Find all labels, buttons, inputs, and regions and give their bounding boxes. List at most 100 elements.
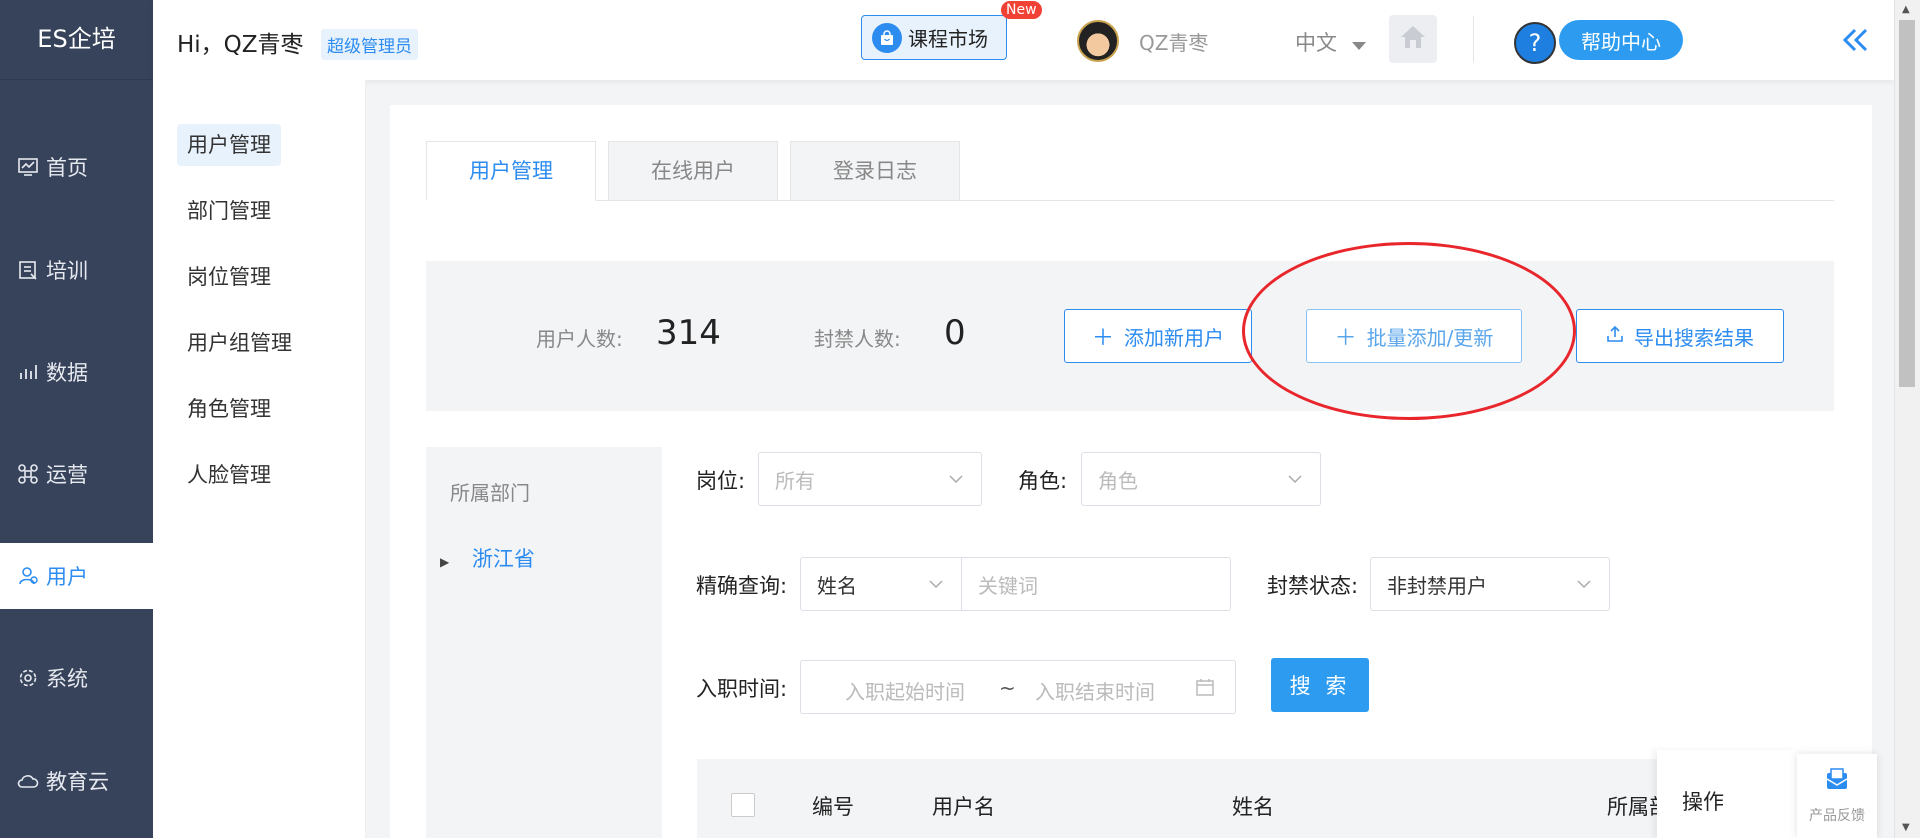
stats-panel: 用户人数: 314 封禁人数: 0 ＋ 添加新用户 ＋ 批量添加/更新 导出搜索… bbox=[426, 261, 1834, 411]
tab-online-users[interactable]: 在线用户 bbox=[608, 141, 778, 201]
subnav-item-departments[interactable]: 部门管理 bbox=[177, 190, 281, 232]
banned-count-label: 封禁人数: bbox=[814, 327, 901, 351]
export-results-button[interactable]: 导出搜索结果 bbox=[1576, 309, 1784, 363]
language-select[interactable]: 中文 bbox=[1295, 27, 1366, 57]
range-separator: ~ bbox=[999, 676, 1016, 700]
position-select-value: 所有 bbox=[775, 468, 815, 493]
position-filter-label: 岗位: bbox=[696, 469, 746, 493]
nav-label: 运营 bbox=[46, 463, 88, 487]
nav-item-training[interactable]: 培训 bbox=[0, 237, 153, 303]
shopping-bag-icon bbox=[872, 22, 902, 53]
nav-item-edu-cloud[interactable]: 教育云 bbox=[0, 748, 153, 814]
scrollbar[interactable]: ▲ ▼ bbox=[1894, 0, 1920, 838]
subnav-item-user-management[interactable]: 用户管理 bbox=[177, 124, 281, 166]
nav-label: 系统 bbox=[46, 667, 88, 691]
new-badge: New bbox=[1001, 1, 1042, 19]
department-title: 所属部门 bbox=[450, 481, 530, 505]
chevron-down-icon bbox=[1286, 469, 1304, 493]
course-market-label: 课程市场 bbox=[908, 27, 988, 51]
subnav-item-user-groups[interactable]: 用户组管理 bbox=[177, 322, 302, 364]
position-select[interactable]: 所有 bbox=[758, 452, 982, 506]
chevron-down-icon bbox=[1575, 574, 1593, 598]
operation-column: 操作 bbox=[1657, 750, 1797, 838]
add-user-label: 添加新用户 bbox=[1124, 325, 1224, 350]
help-center-button[interactable]: 帮助中心 bbox=[1559, 20, 1683, 60]
language-label: 中文 bbox=[1295, 31, 1337, 55]
subnav-item-face[interactable]: 人脸管理 bbox=[177, 454, 281, 496]
query-field-value: 姓名 bbox=[817, 573, 857, 598]
role-select-placeholder: 角色 bbox=[1098, 468, 1138, 493]
role-select[interactable]: 角色 bbox=[1081, 452, 1321, 506]
add-user-button[interactable]: ＋ 添加新用户 bbox=[1064, 309, 1252, 363]
department-tree: 所属部门 ▶ 浙江省 bbox=[426, 447, 662, 838]
avatar[interactable] bbox=[1077, 20, 1119, 62]
batch-add-label: 批量添加/更新 bbox=[1366, 325, 1494, 350]
bar-chart-icon bbox=[16, 360, 40, 384]
column-header[interactable]: 操作 bbox=[1682, 786, 1724, 816]
home-button[interactable] bbox=[1389, 15, 1437, 63]
subnav-item-roles[interactable]: 角色管理 bbox=[177, 388, 281, 430]
nav-item-users[interactable]: 用户 bbox=[0, 543, 153, 609]
question-icon[interactable]: ? bbox=[1514, 22, 1556, 64]
monitor-chart-icon bbox=[16, 155, 40, 179]
top-bar: Hi，QZ青枣 超级管理员 课程市场 New QZ青枣 中文 ? 帮助中心 bbox=[153, 0, 1894, 80]
nav-label: 用户 bbox=[46, 565, 88, 589]
user-icon bbox=[16, 564, 40, 588]
caret-right-icon[interactable]: ▶ bbox=[440, 555, 449, 569]
nav-item-operations[interactable]: 运营 bbox=[0, 441, 153, 507]
nav-item-home[interactable]: 首页 bbox=[0, 134, 153, 200]
cloud-icon bbox=[16, 769, 40, 793]
hire-date-label: 入职时间: bbox=[696, 677, 788, 701]
main-card: 用户管理 在线用户 登录日志 用户人数: 314 封禁人数: 0 ＋ 添加新用户… bbox=[390, 105, 1872, 838]
tree-node-label: 浙江省 bbox=[471, 547, 535, 571]
home-icon bbox=[1399, 24, 1427, 54]
nav-label: 数据 bbox=[46, 361, 88, 385]
banned-count-value: 0 bbox=[944, 313, 966, 353]
book-icon bbox=[16, 258, 40, 282]
collapse-double-chevron-icon[interactable] bbox=[1837, 22, 1873, 58]
export-label: 导出搜索结果 bbox=[1634, 325, 1754, 350]
nav-label: 教育云 bbox=[46, 770, 109, 794]
ban-status-value: 非封禁用户 bbox=[1387, 573, 1487, 598]
tree-node[interactable]: ▶ 浙江省 bbox=[440, 543, 535, 573]
tab-bar: 用户管理 在线用户 登录日志 bbox=[426, 141, 1834, 201]
user-count-label: 用户人数: bbox=[536, 327, 623, 351]
tab-login-log[interactable]: 登录日志 bbox=[790, 141, 960, 201]
column-header[interactable]: 姓名 bbox=[1232, 791, 1274, 821]
app-logo[interactable]: ES企培 bbox=[0, 0, 153, 80]
ban-status-select[interactable]: 非封禁用户 bbox=[1370, 557, 1610, 611]
calendar-icon bbox=[1195, 677, 1215, 702]
hire-end-input[interactable]: 入职结束时间 bbox=[1035, 676, 1155, 705]
command-icon bbox=[16, 462, 40, 486]
scroll-up-icon[interactable]: ▲ bbox=[1902, 4, 1910, 15]
divider bbox=[1473, 16, 1474, 62]
hire-start-input[interactable]: 入职起始时间 bbox=[845, 676, 965, 705]
gear-icon bbox=[16, 666, 40, 690]
nav-item-data[interactable]: 数据 bbox=[0, 339, 153, 405]
upload-icon bbox=[1606, 324, 1624, 349]
column-header[interactable]: 用户名 bbox=[932, 791, 995, 821]
batch-add-button[interactable]: ＋ 批量添加/更新 bbox=[1306, 309, 1522, 363]
product-feedback-button[interactable]: 产品反馈 bbox=[1797, 754, 1877, 838]
query-field-select[interactable]: 姓名 bbox=[800, 557, 962, 611]
chevron-down-icon bbox=[927, 574, 945, 598]
role-filter-label: 角色: bbox=[1018, 469, 1068, 493]
mail-icon bbox=[1823, 767, 1851, 797]
feedback-label: 产品反馈 bbox=[1809, 808, 1865, 824]
scrollbar-thumb[interactable] bbox=[1899, 20, 1915, 387]
subnav-item-positions[interactable]: 岗位管理 bbox=[177, 256, 281, 298]
course-market-button[interactable]: 课程市场 bbox=[861, 15, 1007, 60]
search-button[interactable]: 搜 索 bbox=[1271, 658, 1369, 712]
hire-date-range[interactable]: 入职起始时间 ~ 入职结束时间 bbox=[800, 660, 1236, 714]
select-all-checkbox[interactable] bbox=[731, 793, 755, 817]
keyword-input[interactable]: 关键词 bbox=[961, 557, 1231, 611]
sub-nav: 用户管理 部门管理 岗位管理 用户组管理 角色管理 人脸管理 bbox=[153, 80, 366, 838]
scroll-down-icon[interactable]: ▼ bbox=[1902, 822, 1910, 833]
column-header[interactable]: 编号 bbox=[812, 791, 854, 821]
tab-user-management[interactable]: 用户管理 bbox=[426, 141, 596, 201]
nav-item-system[interactable]: 系统 bbox=[0, 645, 153, 711]
username[interactable]: QZ青枣 bbox=[1139, 27, 1208, 56]
plus-icon: ＋ bbox=[1334, 326, 1357, 351]
ban-status-label: 封禁状态: bbox=[1267, 574, 1359, 598]
nav-label: 培训 bbox=[46, 259, 88, 283]
